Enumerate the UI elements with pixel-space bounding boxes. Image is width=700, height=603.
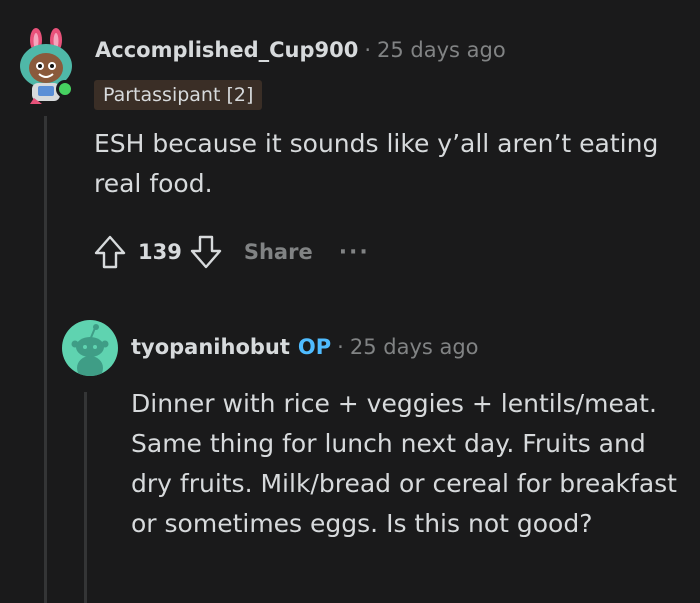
reply-body: Dinner with rice + veggies + lentils/mea… [131, 389, 677, 538]
share-button[interactable]: Share [244, 240, 313, 264]
user-avatar[interactable] [62, 320, 118, 376]
user-flair: Partassipant [2] [94, 80, 263, 110]
default-snoo-icon [71, 324, 109, 376]
downvote-button[interactable] [188, 232, 224, 272]
reply-meta: tyopanihobut OP · 25 days ago [131, 335, 479, 359]
username-link[interactable]: Accomplished_Cup900 [95, 38, 358, 62]
comment-thread: Accomplished_Cup900 · 25 days ago Partassi… [0, 0, 700, 603]
timestamp[interactable]: 25 days ago [377, 38, 506, 62]
timestamp[interactable]: 25 days ago [350, 335, 479, 359]
username-link[interactable]: tyopanihobut [131, 335, 290, 359]
comment-actions: 139 Share ··· [92, 230, 370, 274]
comment-body: ESH because it sounds like y’all aren’t … [94, 129, 659, 198]
upvote-button[interactable] [92, 232, 128, 272]
thread-line[interactable] [44, 116, 47, 603]
downvote-arrow-icon [190, 235, 222, 269]
vote-count: 139 [138, 240, 182, 264]
upvote-arrow-icon [94, 235, 126, 269]
meta-separator: · [337, 335, 344, 359]
comment-meta: Accomplished_Cup900 · 25 days ago [95, 38, 506, 62]
op-badge: OP [297, 335, 332, 359]
meta-separator: · [364, 38, 372, 62]
thread-line[interactable] [84, 392, 87, 603]
more-options-button[interactable]: ··· [339, 240, 370, 265]
online-status-dot [56, 80, 74, 98]
